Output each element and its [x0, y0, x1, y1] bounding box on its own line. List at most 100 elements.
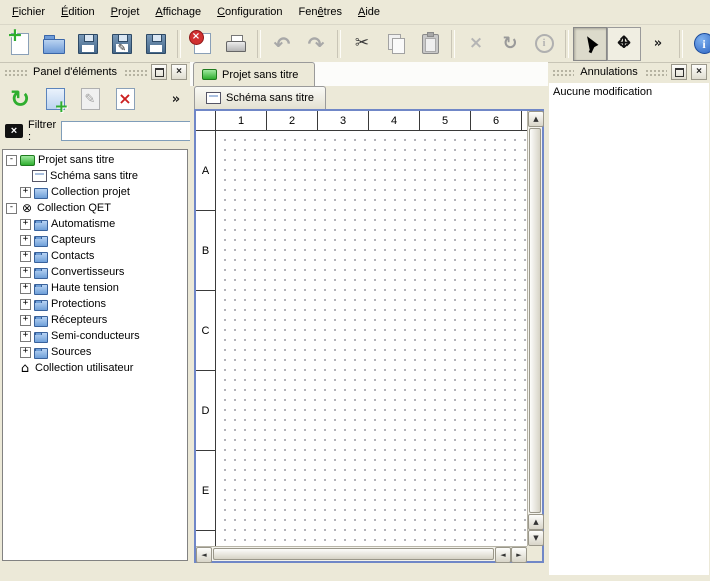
- ruler-column-label: 6: [471, 111, 522, 130]
- menu-aide[interactable]: Aide: [350, 2, 388, 22]
- undo-empty-text: Aucune modification: [553, 86, 652, 98]
- tree-item-label: Sources: [51, 346, 91, 358]
- expand-icon[interactable]: +: [20, 331, 31, 342]
- expand-icon[interactable]: +: [20, 283, 31, 294]
- scroll-up-button-alt[interactable]: ▲: [528, 514, 544, 530]
- float-panel-button[interactable]: [151, 64, 167, 80]
- paste-button[interactable]: [413, 27, 447, 61]
- tree-item[interactable]: -⊗Collection QET: [3, 200, 187, 216]
- tree-item[interactable]: +Récepteurs: [3, 312, 187, 328]
- expand-icon[interactable]: +: [20, 235, 31, 246]
- tree-item[interactable]: +Capteurs: [3, 232, 187, 248]
- save-button[interactable]: [71, 27, 105, 61]
- collapse-icon[interactable]: -: [6, 155, 17, 166]
- tree-item[interactable]: +Automatisme: [3, 216, 187, 232]
- tree-item[interactable]: +Convertisseurs: [3, 264, 187, 280]
- undo-list[interactable]: Aucune modification: [549, 83, 709, 575]
- scroll-right-button[interactable]: ►: [511, 547, 527, 563]
- dock-grip[interactable]: [3, 68, 27, 76]
- dock-grip[interactable]: [644, 68, 667, 76]
- redo-button[interactable]: ↷: [299, 27, 333, 61]
- save-as-button[interactable]: [105, 27, 139, 61]
- menu-projet[interactable]: Projet: [103, 2, 148, 22]
- expand-icon[interactable]: +: [20, 187, 31, 198]
- info-gray-icon: [535, 34, 554, 53]
- expand-icon[interactable]: +: [20, 347, 31, 358]
- expand-icon[interactable]: +: [20, 315, 31, 326]
- expand-icon[interactable]: +: [20, 219, 31, 230]
- tree-item[interactable]: + Sources: [3, 344, 187, 360]
- tree-item[interactable]: +Haute tension: [3, 280, 187, 296]
- panel-overflow-button[interactable]: »: [166, 83, 186, 115]
- menu-edition[interactable]: Édition: [53, 2, 103, 22]
- cut-button[interactable]: ✂: [345, 27, 379, 61]
- schema-vscrollbar[interactable]: ▲▲▼: [527, 111, 542, 546]
- tree-item[interactable]: +Contacts: [3, 248, 187, 264]
- new-project-button[interactable]: [3, 27, 37, 61]
- menu-fichier[interactable]: Fichier: [4, 2, 53, 22]
- folder-icon: [34, 268, 48, 279]
- info-button[interactable]: [527, 27, 561, 61]
- scroll-up-button[interactable]: ▲: [528, 111, 544, 127]
- select-tool-button[interactable]: [573, 27, 607, 61]
- open-project-button[interactable]: [37, 27, 71, 61]
- print-button[interactable]: [219, 27, 253, 61]
- schema-canvas[interactable]: [216, 131, 527, 546]
- elements-panel-titlebar[interactable]: Panel d'éléments ×: [0, 62, 190, 81]
- expand-icon[interactable]: +: [20, 267, 31, 278]
- chevrons-icon: »: [172, 93, 180, 106]
- toolbar-separator: [679, 30, 683, 58]
- delete-element-button[interactable]: [109, 83, 141, 115]
- paste-icon: [422, 34, 439, 54]
- dock-grip[interactable]: [123, 68, 147, 76]
- expand-icon[interactable]: +: [20, 299, 31, 310]
- scroll-down-button[interactable]: ▼: [528, 530, 544, 546]
- new-element-button[interactable]: [39, 83, 71, 115]
- tree-item[interactable]: + Collection projet: [3, 184, 187, 200]
- tab-schema-sans-titre[interactable]: Schéma sans titre: [194, 86, 326, 109]
- expand-icon[interactable]: +: [20, 251, 31, 262]
- undo-button[interactable]: ↶: [265, 27, 299, 61]
- collapse-icon[interactable]: -: [6, 203, 17, 214]
- float-undo-panel-button[interactable]: [671, 64, 687, 80]
- tree-item[interactable]: Schéma sans titre: [3, 168, 187, 184]
- vertical-scrollbar-thumb[interactable]: [529, 128, 541, 513]
- menu-fenetres[interactable]: Fenêtres: [291, 2, 350, 22]
- undo-panel-titlebar[interactable]: Annulations ×: [548, 62, 710, 81]
- tree-item-label: Semi-conducteurs: [51, 330, 140, 342]
- tree-item[interactable]: +Protections: [3, 296, 187, 312]
- move-tool-button[interactable]: [607, 27, 641, 61]
- save-all-button[interactable]: [139, 27, 173, 61]
- rotate-button[interactable]: ↻: [493, 27, 527, 61]
- reload-collections-button[interactable]: ↻: [4, 83, 36, 115]
- toolbar-overflow-button[interactable]: »: [641, 27, 675, 61]
- edit-element-button[interactable]: [74, 83, 106, 115]
- close-panel-button[interactable]: ×: [171, 64, 187, 80]
- tree-item-label: Collection projet: [51, 186, 130, 198]
- filter-input[interactable]: [61, 121, 209, 141]
- save-as-icon: [112, 34, 132, 54]
- reload-icon: ↻: [10, 87, 30, 111]
- main-toolbar: ↶↷ ✂ ×↻ »: [0, 25, 710, 63]
- close-file-button[interactable]: [185, 27, 219, 61]
- scroll-left-button[interactable]: ◄: [196, 547, 212, 563]
- tree-item[interactable]: ⌂Collection utilisateur: [3, 360, 187, 376]
- tree-item[interactable]: + Semi-conducteurs: [3, 328, 187, 344]
- menu-affichage[interactable]: Affichage: [147, 2, 209, 22]
- clear-filter-icon[interactable]: [5, 124, 23, 138]
- chevrons-icon: »: [654, 37, 662, 50]
- tab-project-sans-titre[interactable]: Projet sans titre: [193, 62, 315, 86]
- tree-item[interactable]: -Projet sans titre: [3, 152, 187, 168]
- about-qet-button[interactable]: [687, 27, 710, 61]
- menu-configuration[interactable]: Configuration: [209, 2, 290, 22]
- delete-button[interactable]: ×: [459, 27, 493, 61]
- folder-icon: [34, 252, 48, 263]
- schema-hscrollbar[interactable]: ◄◄►: [196, 546, 527, 561]
- close-undo-panel-button[interactable]: ×: [691, 64, 707, 80]
- scroll-left-button-alt[interactable]: ◄: [495, 547, 511, 563]
- horizontal-scrollbar-thumb[interactable]: [213, 548, 494, 560]
- dock-grip[interactable]: [551, 68, 574, 76]
- copy-button[interactable]: [379, 27, 413, 61]
- ruler-corner: [196, 111, 216, 131]
- mdi-area: Schéma sans titre 123456 ABCDE ▲▲▼ ◄◄►: [190, 86, 548, 581]
